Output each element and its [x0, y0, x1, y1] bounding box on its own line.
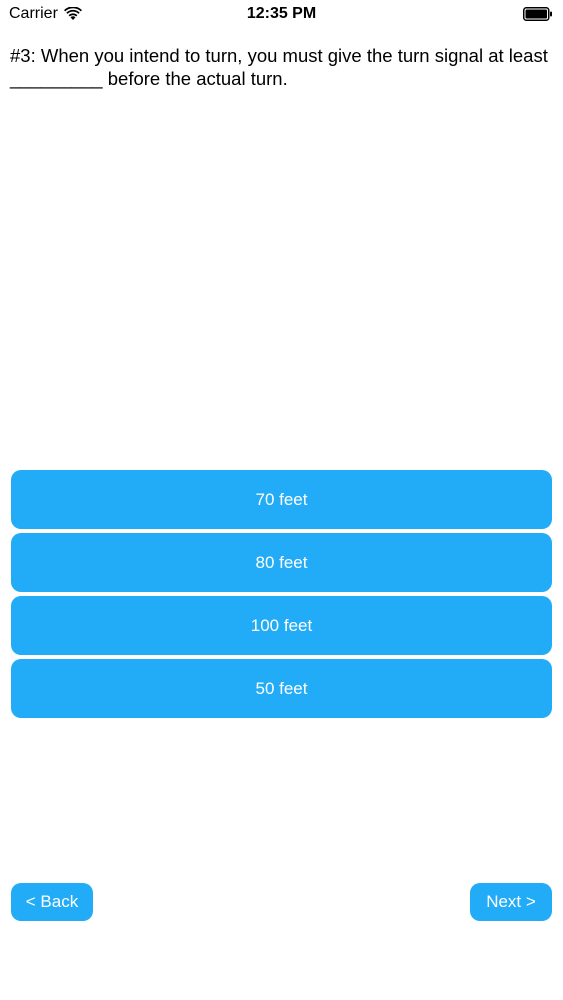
battery-icon — [523, 7, 553, 21]
answer-button-4[interactable]: 50 feet — [11, 659, 552, 718]
question-text: #3: When you intend to turn, you must gi… — [10, 45, 548, 89]
next-button[interactable]: Next > — [470, 883, 552, 921]
back-button[interactable]: < Back — [11, 883, 93, 921]
answer-list: 70 feet 80 feet 100 feet 50 feet — [11, 470, 552, 722]
answer-button-2[interactable]: 80 feet — [11, 533, 552, 592]
answer-button-3[interactable]: 100 feet — [11, 596, 552, 655]
status-time: 12:35 PM — [246, 5, 317, 22]
status-bar: Carrier 12:35 PM — [0, 0, 563, 30]
answer-button-1[interactable]: 70 feet — [11, 470, 552, 529]
